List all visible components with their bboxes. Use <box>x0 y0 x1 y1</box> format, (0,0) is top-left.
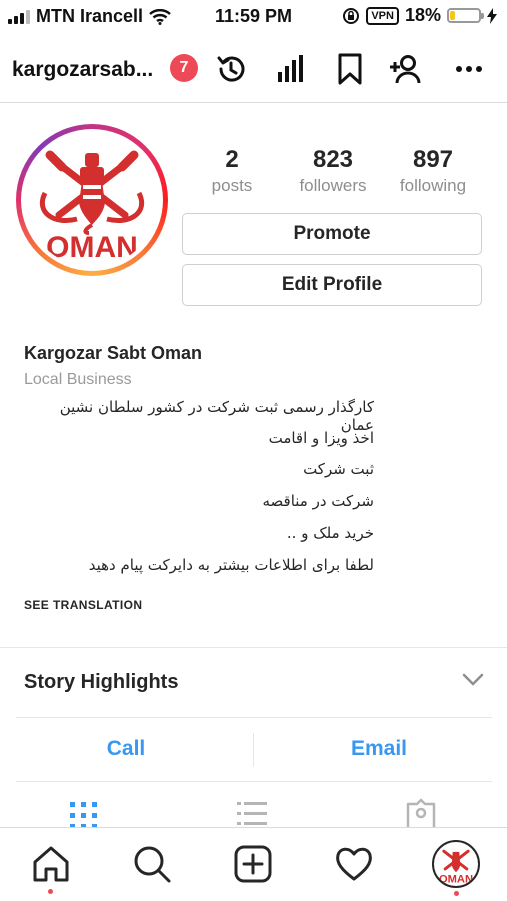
charging-icon <box>487 7 497 24</box>
notification-badge[interactable]: 7 <box>170 54 198 82</box>
insights-icon[interactable] <box>274 52 308 86</box>
avatar-logo-text: OMAN <box>46 231 138 264</box>
edit-profile-button[interactable]: Edit Profile <box>182 264 482 306</box>
profile-category: Local Business <box>24 371 132 388</box>
bookmark-icon[interactable] <box>333 52 367 86</box>
mini-avatar-logo-text: OMAN <box>439 874 473 886</box>
divider <box>16 781 492 782</box>
bio-line: لطفا برای اطلاعات بیشتر به دایرکت پیام د… <box>88 556 374 574</box>
see-translation-link[interactable]: SEE TRANSLATION <box>24 598 142 612</box>
grid-icon[interactable] <box>68 798 100 830</box>
posts-label: posts <box>211 176 253 195</box>
home-icon[interactable] <box>31 844 71 884</box>
stat-followers[interactable]: 823 followers <box>283 146 383 196</box>
search-icon[interactable] <box>132 844 172 884</box>
oman-emblem-logo: OMAN <box>25 133 159 267</box>
bio-line: ثبت شرکت <box>303 460 374 478</box>
vpn-badge: VPN <box>366 6 399 25</box>
mini-emblem-icon: OMAN <box>439 849 473 886</box>
battery-icon <box>447 8 484 23</box>
rotation-lock-icon <box>343 7 360 24</box>
status-bar: MTN Irancell 11:59 PM VPN 18% <box>0 0 507 34</box>
profile-picture[interactable]: OMAN <box>16 124 168 276</box>
add-person-icon[interactable] <box>388 52 422 86</box>
stat-following[interactable]: 897 following <box>383 146 483 196</box>
followers-count: 823 <box>312 146 354 173</box>
stat-posts[interactable]: 2 posts <box>182 146 282 196</box>
action-divider <box>253 733 254 767</box>
bio-line: شرکت در مناقصه <box>262 492 374 510</box>
call-button[interactable]: Call <box>26 737 226 761</box>
tagged-icon[interactable] <box>405 798 437 830</box>
more-icon[interactable] <box>452 52 486 86</box>
divider <box>16 717 492 718</box>
email-button[interactable]: Email <box>279 737 479 761</box>
history-icon[interactable] <box>214 52 248 86</box>
following-count: 897 <box>412 146 454 173</box>
profile-header: kargozarsab... 7 <box>0 34 507 103</box>
promote-button[interactable]: Promote <box>182 213 482 255</box>
following-label: following <box>399 176 467 195</box>
khanjar-emblem-icon: OMAN <box>39 150 145 264</box>
status-right: VPN 18% <box>342 5 497 26</box>
battery-fill <box>450 11 455 20</box>
profile-avatar[interactable]: OMAN <box>432 840 480 888</box>
profile-notification-dot <box>454 891 459 896</box>
account-username[interactable]: kargozarsab... <box>12 58 153 82</box>
followers-label: followers <box>299 176 367 195</box>
story-highlights-title[interactable]: Story Highlights <box>24 671 178 694</box>
battery-percent: 18% <box>404 5 441 25</box>
list-icon[interactable] <box>236 798 268 830</box>
home-notification-dot <box>48 889 53 894</box>
profile-name: Kargozar Sabt Oman <box>24 343 203 363</box>
bottom-navigation: OMAN <box>0 827 507 901</box>
posts-count: 2 <box>225 146 239 173</box>
divider <box>0 647 507 648</box>
new-post-icon[interactable] <box>233 844 273 884</box>
chevron-down-icon[interactable] <box>462 668 484 690</box>
activity-icon[interactable] <box>334 844 374 884</box>
bio-line: اخذ ویزا و اقامت <box>268 429 374 447</box>
bio-line: خرید ملک و .. <box>286 524 374 542</box>
